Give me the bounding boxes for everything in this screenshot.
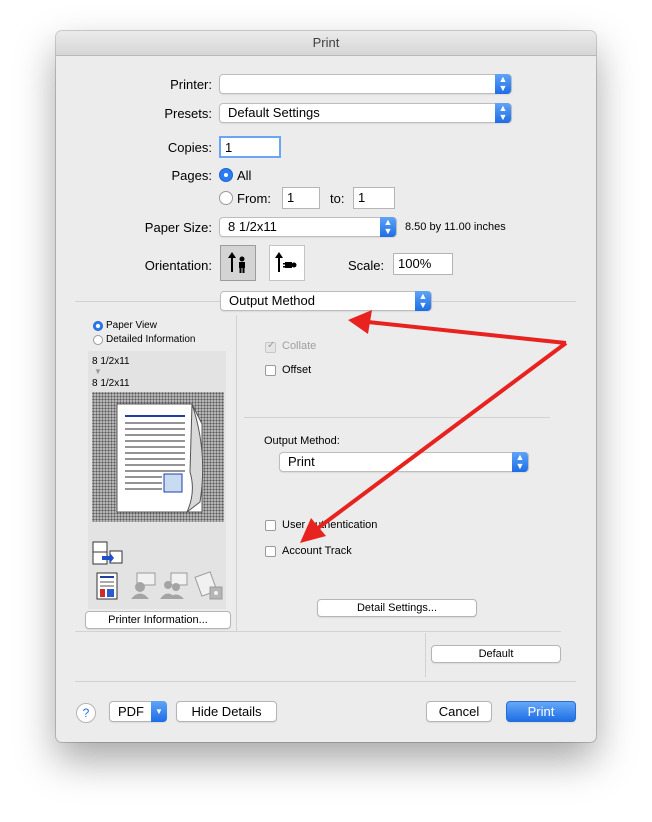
- pdf-label: PDF: [118, 704, 144, 719]
- account-track-checkbox[interactable]: [265, 546, 276, 557]
- paper-size-value: 8 1/2x11: [228, 219, 277, 234]
- presets-value: Default Settings: [228, 105, 320, 120]
- section-popup-value: Output Method: [229, 293, 315, 308]
- paper-size-target: 8 1/2x11: [92, 378, 130, 389]
- popup-stepper-icon: ▲ ▼: [495, 103, 511, 123]
- output-method-label: Output Method:: [264, 435, 340, 447]
- user-authentication-label: User Authentication: [282, 519, 378, 531]
- pages-to-label: to:: [330, 191, 345, 206]
- help-button[interactable]: ?: [76, 703, 96, 723]
- paper-size-dimensions: 8.50 by 11.00 inches: [405, 221, 506, 233]
- document-icon: [96, 572, 120, 603]
- printer-popup[interactable]: ▲ ▼: [219, 74, 512, 94]
- hide-details-button[interactable]: Hide Details: [176, 701, 277, 722]
- account-track-label: Account Track: [282, 545, 352, 557]
- pages-all-radio[interactable]: [219, 168, 233, 182]
- paper-size-popup[interactable]: 8 1/2x11 ▲ ▼: [219, 217, 397, 237]
- options-separator: [244, 417, 550, 418]
- window-title: Print: [56, 31, 596, 56]
- offset-checkbox[interactable]: [265, 365, 276, 376]
- cancel-button[interactable]: Cancel: [426, 701, 492, 722]
- landscape-orientation-icon: [275, 252, 297, 272]
- detailed-information-radio[interactable]: [93, 335, 103, 345]
- pdf-button[interactable]: PDF ▼: [109, 701, 167, 722]
- printer-output-icon: [92, 541, 124, 570]
- popup-stepper-icon: ▲ ▼: [512, 452, 528, 472]
- down-arrow-icon: ▼: [94, 367, 102, 376]
- popup-stepper-icon: ▲ ▼: [495, 74, 511, 94]
- pages-from-radio[interactable]: [219, 191, 233, 205]
- landscape-orientation-button[interactable]: [269, 245, 305, 281]
- default-divider: [425, 633, 426, 677]
- popup-stepper-icon: ▲ ▼: [380, 217, 396, 237]
- paper-view-radio[interactable]: [93, 321, 103, 331]
- orientation-label: Orientation:: [144, 258, 212, 273]
- output-method-popup[interactable]: Print ▲ ▼: [279, 452, 529, 472]
- presets-popup[interactable]: Default Settings ▲ ▼: [219, 103, 512, 123]
- paper-size-label: Paper Size:: [144, 220, 212, 235]
- pages-all-label: All: [237, 168, 252, 183]
- pages-from-field[interactable]: 1: [282, 187, 320, 209]
- collate-label: Collate: [282, 340, 317, 352]
- page-preview: [92, 392, 224, 522]
- pages-label: Pages:: [171, 168, 212, 183]
- copies-label: Copies:: [167, 140, 212, 155]
- secure-print-icon: [192, 571, 224, 604]
- pages-from-label: From:: [237, 191, 271, 206]
- popup-stepper-icon: ▲ ▼: [415, 291, 431, 311]
- user-authentication-checkbox[interactable]: [265, 520, 276, 531]
- detailed-information-label: Detailed Information: [106, 334, 196, 345]
- scale-field[interactable]: 100%: [393, 253, 453, 275]
- printer-information-button[interactable]: Printer Information...: [85, 611, 231, 629]
- collate-checkbox[interactable]: ✓: [265, 340, 276, 353]
- scale-label: Scale:: [348, 258, 385, 273]
- account-track-icon: [159, 572, 189, 603]
- copies-field[interactable]: 1: [219, 136, 281, 158]
- user-authentication-icon: [129, 572, 157, 603]
- output-method-value: Print: [288, 454, 315, 469]
- page-preview-icon: [116, 403, 204, 513]
- presets-label: Presets:: [164, 106, 212, 121]
- print-dialog: Print Printer: ▲ ▼ Presets: Default Setti…: [56, 31, 596, 742]
- offset-label: Offset: [282, 364, 312, 376]
- print-button[interactable]: Print: [506, 701, 576, 722]
- paper-size-source: 8 1/2x11: [92, 356, 130, 367]
- section-popup[interactable]: Output Method ▲ ▼: [220, 291, 432, 311]
- detail-settings-button[interactable]: Detail Settings...: [317, 599, 477, 617]
- default-button[interactable]: Default: [431, 645, 561, 663]
- lower-separator: [75, 631, 561, 632]
- printer-label: Printer:: [170, 77, 212, 92]
- panel-divider: [236, 315, 237, 631]
- portrait-orientation-button[interactable]: [220, 245, 256, 281]
- paper-view-label: Paper View: [106, 320, 157, 331]
- chevron-down-icon: ▼: [151, 701, 167, 722]
- footer-separator: [75, 681, 576, 682]
- portrait-orientation-icon: [228, 252, 245, 273]
- pages-to-field[interactable]: 1: [353, 187, 395, 209]
